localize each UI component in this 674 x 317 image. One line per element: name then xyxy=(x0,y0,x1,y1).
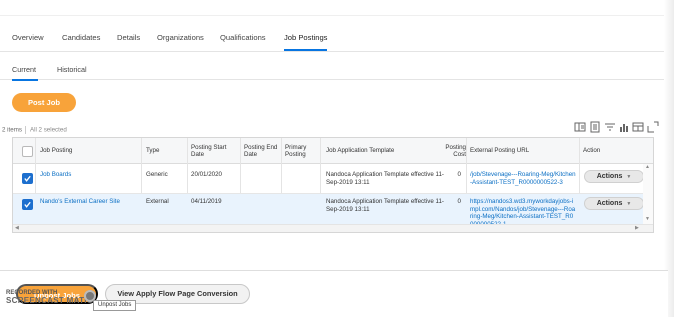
selected-count: All 2 selected xyxy=(29,126,67,134)
sub-tab-bar: Current Historical xyxy=(0,52,664,81)
post-job-button[interactable]: Post Job xyxy=(12,93,76,112)
actions-label: Actions xyxy=(596,200,623,207)
export-excel-icon[interactable] xyxy=(574,121,586,133)
page: Overview Candidates Details Organization… xyxy=(0,0,674,317)
column-primary-posting[interactable]: Primary Posting xyxy=(285,138,318,164)
column-job-posting[interactable]: Job Posting xyxy=(40,138,135,164)
grid-toolbar xyxy=(574,121,660,135)
row-checkbox[interactable] xyxy=(22,199,33,210)
type-cell: Generic xyxy=(146,171,168,178)
chart-icon[interactable] xyxy=(618,121,630,133)
scroll-left-icon[interactable]: ◀ xyxy=(15,225,19,231)
chevron-down-icon: ▼ xyxy=(626,174,632,180)
chevron-down-icon: ▼ xyxy=(626,201,632,207)
filter-icon[interactable] xyxy=(604,121,616,133)
posting-cost-cell: 0 xyxy=(457,171,461,178)
scroll-right-icon[interactable]: ▶ xyxy=(635,225,639,231)
watermark-line2: SCREENCAST xyxy=(6,296,65,305)
row-checkbox[interactable] xyxy=(22,173,33,184)
fullscreen-icon[interactable] xyxy=(647,121,659,133)
job-posting-link[interactable]: Job Boards xyxy=(40,171,71,179)
horizontal-scrollbar[interactable]: ◀ ▶ xyxy=(13,224,653,232)
actions-button[interactable]: Actions ▼ xyxy=(584,170,644,183)
scroll-down-icon[interactable]: ▼ xyxy=(645,216,650,222)
template-cell: Nandoca Application Template effective 1… xyxy=(326,171,444,186)
tab-historical[interactable]: Historical xyxy=(57,65,87,74)
external-url-link[interactable]: /job/Stevenage---Roaring-Meg/Kitchen-Ass… xyxy=(470,171,576,186)
column-start-date[interactable]: Posting Start Date xyxy=(191,138,239,164)
tab-overview[interactable]: Overview xyxy=(12,33,44,42)
tab-organizations[interactable]: Organizations xyxy=(157,33,204,42)
column-external-url[interactable]: External Posting URL xyxy=(470,138,578,164)
items-summary: 2 items All 2 selected xyxy=(2,126,67,134)
export-pdf-icon[interactable] xyxy=(589,121,601,133)
scroll-up-icon[interactable]: ▲ xyxy=(645,164,650,170)
actions-button[interactable]: Actions ▼ xyxy=(584,197,644,210)
column-end-date[interactable]: Posting End Date xyxy=(244,138,282,164)
column-posting-cost[interactable]: Posting Cost xyxy=(444,138,466,164)
tab-job-postings[interactable]: Job Postings xyxy=(284,33,328,51)
column-type[interactable]: Type xyxy=(146,138,186,164)
top-edge xyxy=(0,0,668,16)
start-date-cell: 20/01/2020 xyxy=(191,171,222,178)
posting-cost-cell: 0 xyxy=(457,198,461,205)
start-date-cell: 04/11/2019 xyxy=(191,198,222,205)
tab-details[interactable]: Details xyxy=(117,33,140,42)
job-postings-grid: Job Posting Type Posting Start Date Post… xyxy=(12,137,654,233)
grid-header: Job Posting Type Posting Start Date Post… xyxy=(13,138,653,164)
type-cell: External xyxy=(146,198,169,205)
actions-label: Actions xyxy=(596,173,623,180)
template-cell: Nandoca Application Template effective 1… xyxy=(326,198,444,213)
tab-current[interactable]: Current xyxy=(12,65,38,81)
item-count: 2 items xyxy=(2,126,22,134)
screencast-watermark: RECORDED WITH SCREENCAST MATIC xyxy=(6,290,93,305)
table-view-icon[interactable] xyxy=(632,121,644,133)
main-tab-bar: Overview Candidates Details Organization… xyxy=(0,22,664,52)
table-row[interactable]: Job Boards Generic 20/01/2020 Nandoca Ap… xyxy=(13,164,653,194)
select-all-checkbox[interactable] xyxy=(22,146,33,157)
job-posting-link[interactable]: Nando's External Career Site xyxy=(40,198,120,206)
column-template[interactable]: Job Application Template xyxy=(326,138,446,164)
unpost-jobs-tooltip: Unpost Jobs xyxy=(93,300,137,311)
column-action[interactable]: Action xyxy=(583,138,633,164)
vertical-scrollbar[interactable]: ▲ ▼ xyxy=(643,164,653,224)
table-row[interactable]: Nando's External Career Site External 04… xyxy=(13,194,653,228)
tab-qualifications[interactable]: Qualifications xyxy=(220,33,266,42)
tab-candidates[interactable]: Candidates xyxy=(62,33,100,42)
